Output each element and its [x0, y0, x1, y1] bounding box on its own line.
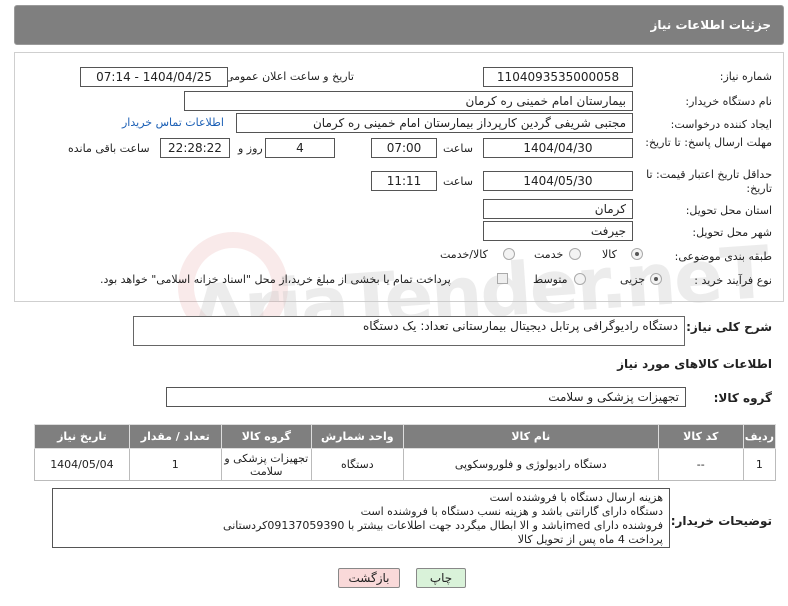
days-field: 4 [265, 138, 335, 158]
back-button[interactable]: بازگشت [338, 568, 400, 588]
col-name: نام کالا [402, 424, 659, 449]
category-option-service: خدمت [534, 248, 564, 261]
days-label: روز و [238, 142, 263, 155]
goods-info-title: اطلاعات کالاهای مورد نیاز [617, 357, 772, 371]
cell-qty: 1 [128, 448, 222, 481]
col-qty: تعداد / مقدار [128, 424, 222, 449]
cell-date: 1404/05/04 [34, 448, 130, 481]
category-radio-goods-service[interactable] [503, 248, 515, 260]
note-line: دستگاه دارای گارانتی باشد و هزینه نسب دس… [360, 505, 663, 518]
page-header: جزئیات اطلاعات نیاز [14, 5, 784, 45]
cell-name: دستگاه رادیولوژی و فلوروسکوپی [402, 448, 659, 481]
reply-time-label: ساعت [443, 142, 473, 155]
note-line: پرداخت 4 ماه پس از تحویل کالا [517, 533, 663, 546]
category-option-goods: کالا [602, 248, 617, 261]
buyer-contact-link[interactable]: اطلاعات تماس خریدار [122, 116, 224, 129]
buyer-label: نام دستگاه خریدار: [685, 95, 772, 108]
col-code: کد کالا [657, 424, 744, 449]
province-label: استان محل تحویل: [685, 204, 772, 217]
goods-group-field: تجهیزات پزشکی و سلامت [166, 387, 686, 407]
table-header-row: ردیف کد کالا نام کالا واحد شمارش گروه کا… [34, 424, 777, 449]
creator-field: مجتبی شریفی گردین کارپرداز بیمارستان اما… [236, 113, 633, 133]
treasury-note: پرداخت تمام یا بخشی از مبلغ خرید،از محل … [100, 273, 451, 286]
col-group: گروه کالا [220, 424, 312, 449]
table-row: 1 -- دستگاه رادیولوژی و فلوروسکوپی دستگا… [34, 448, 777, 481]
process-label: نوع فرآیند خرید : [694, 274, 772, 287]
items-table: ردیف کد کالا نام کالا واحد شمارش گروه کا… [34, 424, 777, 481]
reply-time-field: 07:00 [371, 138, 437, 158]
category-radio-service[interactable] [569, 248, 581, 260]
remaining-label: ساعت باقی مانده [68, 142, 150, 155]
cell-group: تجهیزات پزشکی و سلامت [220, 448, 312, 481]
cell-row: 1 [742, 448, 777, 481]
price-time-label: ساعت [443, 175, 473, 188]
province-field: کرمان [483, 199, 633, 219]
col-row: ردیف [742, 424, 777, 449]
process-radio-medium[interactable] [574, 273, 586, 285]
city-label: شهر محل تحویل: [692, 226, 772, 239]
summary-field: دستگاه رادیوگرافی پرتابل دیجیتال بیمارست… [133, 316, 685, 346]
price-date-field: 1404/05/30 [483, 171, 633, 191]
process-radio-minor[interactable] [650, 273, 662, 285]
cell-code: -- [657, 448, 744, 481]
process-option-minor: جزیی [620, 273, 646, 286]
category-label: طبقه بندی موضوعی: [674, 250, 772, 263]
reply-deadline-label: مهلت ارسال پاسخ: تا تاریخ: [645, 136, 772, 149]
announce-label: تاریخ و ساعت اعلان عمومی: [221, 70, 354, 83]
price-time-field: 11:11 [371, 171, 437, 191]
reply-date-field: 1404/04/30 [483, 138, 633, 158]
process-option-medium: متوسط [533, 273, 568, 286]
buyer-notes-field: هزینه ارسال دستگاه با فروشنده است دستگاه… [52, 488, 670, 548]
need-number-field: 1104093535000058 [483, 67, 633, 87]
category-radio-goods[interactable] [631, 248, 643, 260]
remaining-field: 22:28:22 [160, 138, 230, 158]
category-option-goods-service: کالا/خدمت [440, 248, 488, 261]
summary-label: شرح کلی نیاز: [686, 320, 772, 334]
buyer-field: بیمارستان امام خمینی ره کرمان [184, 91, 633, 111]
col-date: تاریخ نیاز [34, 424, 130, 449]
announce-field: 1404/04/25 - 07:14 [80, 67, 228, 87]
note-line: فروشنده دارای imedباشد و الا ابطال میگرد… [223, 519, 663, 532]
buyer-notes-label: توضیحات خریدار: [670, 514, 772, 528]
price-validity-label: حداقل تاریخ اعتبار قیمت: تا تاریخ: [646, 168, 772, 195]
need-number-label: شماره نیاز: [719, 70, 772, 83]
city-field: جیرفت [483, 221, 633, 241]
goods-group-label: گروه کالا: [713, 391, 772, 405]
cell-unit: دستگاه [310, 448, 404, 481]
treasury-checkbox[interactable] [497, 273, 508, 284]
note-line: هزینه ارسال دستگاه با فروشنده است [489, 491, 663, 504]
creator-label: ایجاد کننده درخواست: [670, 118, 772, 131]
print-button[interactable]: چاپ [416, 568, 466, 588]
page-title: جزئیات اطلاعات نیاز [650, 18, 771, 32]
col-unit: واحد شمارش [310, 424, 404, 449]
